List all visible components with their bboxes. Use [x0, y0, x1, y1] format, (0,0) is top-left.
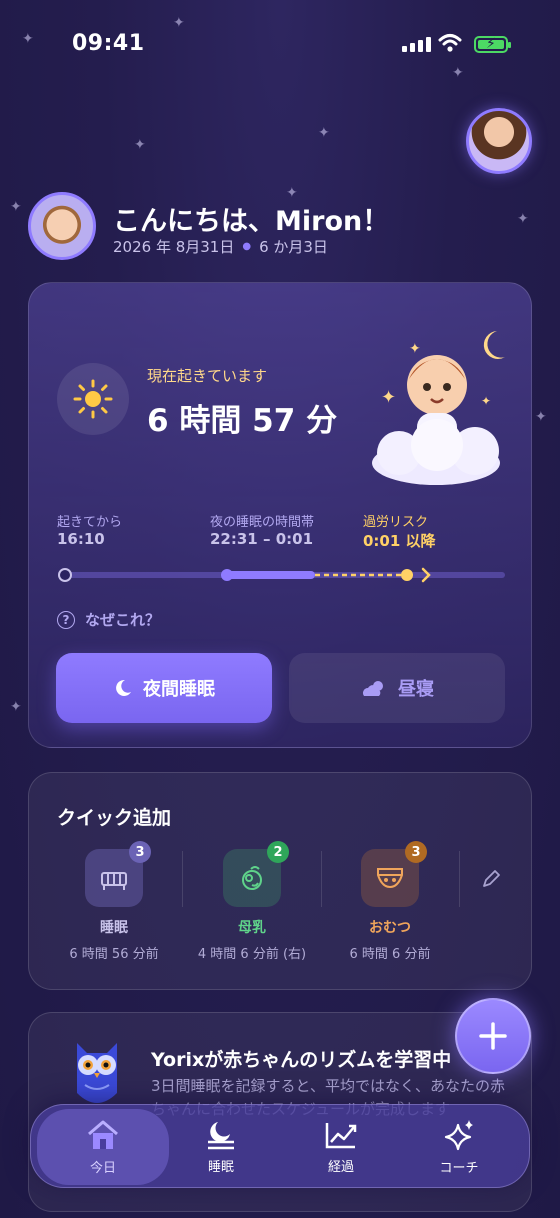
- overtired-risk-label: 過労リスク: [363, 515, 429, 530]
- count-badge: 3: [405, 841, 427, 863]
- tab-label: 今日: [89, 1160, 116, 1176]
- tab-label: 睡眠: [207, 1159, 234, 1175]
- star-icon: ✦: [134, 137, 146, 153]
- baby-age: 6 か月3日: [259, 238, 328, 256]
- count-badge: 3: [129, 841, 151, 863]
- overtired-risk-value: 0:01 以降: [363, 532, 436, 550]
- quick-add-label: 睡眠: [100, 920, 128, 936]
- star-icon: ✦: [517, 211, 529, 227]
- awake-status-card: 現在起きています 6 時間 57 分 ✦ ✦ ✦ 起きてから 16:10 夜の睡…: [28, 282, 532, 748]
- since-label: 起きてから: [57, 515, 123, 530]
- bottle-icon: 2: [223, 841, 289, 907]
- divider: [182, 851, 183, 907]
- separator-dot: ●: [242, 241, 252, 252]
- help-circle-icon: ?: [57, 610, 75, 629]
- count-badge: 2: [267, 841, 289, 863]
- date-age-line: 2026 年 8月31日 ● 6 か月3日: [113, 236, 328, 257]
- home-icon: [88, 1120, 118, 1149]
- status-bar: 09:41 ⚡: [0, 0, 560, 90]
- star-icon: ✦: [286, 185, 298, 201]
- sleep-icon: [208, 1121, 234, 1149]
- tab-sleep[interactable]: 睡眠: [161, 1105, 281, 1189]
- svg-text:✦: ✦: [409, 341, 421, 357]
- quick-add-title: クイック追加: [57, 807, 172, 829]
- tab-label: 経過: [327, 1159, 354, 1175]
- quick-add-card: クイック追加 3 睡眠 6 時間 56 分前 2 母乳 4 時間 6 分前 (右…: [28, 772, 532, 990]
- owl-icon: [77, 1043, 117, 1103]
- add-entry-button[interactable]: [455, 998, 531, 1074]
- plus-icon: [479, 1022, 507, 1050]
- quick-add-breastfeeding[interactable]: 2 母乳 4 時間 6 分前 (右): [187, 841, 317, 962]
- edit-pencil-icon[interactable]: [481, 869, 501, 889]
- battery-charging-icon: ⚡: [474, 36, 511, 53]
- sun-icon: [57, 363, 129, 435]
- current-date: 2026 年 8月31日: [113, 238, 235, 256]
- quick-add-label: 母乳: [238, 920, 266, 936]
- star-icon: ✦: [10, 699, 22, 715]
- tab-label: コーチ: [439, 1160, 479, 1176]
- star-icon: ✦: [535, 409, 547, 425]
- cloud-sun-icon: [363, 681, 383, 696]
- quick-add-sleep[interactable]: 3 睡眠 6 時間 56 分前: [49, 841, 179, 962]
- tab-progress[interactable]: 経過: [281, 1105, 401, 1189]
- yorix-title: Yorixが赤ちゃんのリズムを学習中: [151, 1049, 452, 1071]
- parent-avatar[interactable]: [466, 108, 532, 174]
- wifi-icon: [438, 34, 462, 52]
- night-sleep-label: 夜間睡眠: [143, 679, 215, 700]
- quick-add-time-ago: 4 時間 6 分前 (右): [197, 947, 307, 962]
- star-icon: ✦: [10, 199, 22, 215]
- night-sleep-button[interactable]: 夜間睡眠: [56, 653, 272, 723]
- moon-icon: [116, 679, 131, 696]
- bottom-tab-bar: 今日 睡眠 経過 コーチ: [30, 1104, 530, 1188]
- quick-add-label: おむつ: [369, 920, 411, 936]
- greeting-title: こんにちは、Miron！: [113, 206, 390, 237]
- baby-on-cloud-illustration: ✦ ✦ ✦: [372, 331, 505, 485]
- divider: [459, 851, 460, 907]
- why-this-link[interactable]: ? なぜこれ？: [57, 609, 160, 630]
- awake-timeline: [58, 567, 505, 583]
- nap-label: 昼寝: [398, 679, 434, 700]
- progress-chart-icon: [325, 1122, 357, 1148]
- awake-status-label: 現在起きています: [147, 367, 268, 385]
- sleep-window-value: 22:31 – 0:01: [210, 530, 314, 548]
- quick-add-time-ago: 6 時間 56 分前: [69, 947, 159, 962]
- status-time: 09:41: [72, 31, 145, 56]
- divider: [321, 851, 322, 907]
- quick-add-time-ago: 6 時間 6 分前: [349, 947, 431, 962]
- baby-avatar[interactable]: [28, 192, 96, 260]
- why-this-label: なぜこれ？: [85, 611, 161, 629]
- tab-today[interactable]: 今日: [37, 1109, 169, 1185]
- tab-coach[interactable]: コーチ: [399, 1105, 519, 1189]
- star-icon: ✦: [318, 125, 330, 141]
- crib-icon: 3: [85, 841, 151, 907]
- cellular-signal-icon: [402, 36, 431, 52]
- nap-button[interactable]: 昼寝: [289, 653, 505, 723]
- quick-add-diaper[interactable]: 3 おむつ 6 時間 6 分前: [325, 841, 455, 962]
- since-value: 16:10: [57, 530, 105, 548]
- sparkle-icon: [444, 1119, 473, 1150]
- svg-text:✦: ✦: [381, 387, 396, 408]
- diaper-icon: 3: [361, 841, 427, 907]
- svg-text:✦: ✦: [481, 394, 491, 408]
- awake-duration: 6 時間 57 分: [147, 403, 338, 439]
- sleep-window-label: 夜の睡眠の時間帯: [210, 515, 315, 530]
